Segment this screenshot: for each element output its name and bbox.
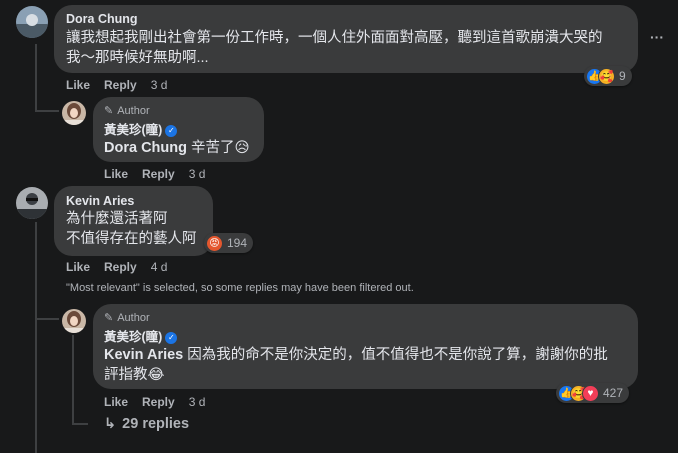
reaction-count: 194 [227,236,248,250]
comment-text: 讓我想起我剛出社會第一份工作時，一個人住外面面對高壓，聽到這首歌崩潰大哭的 我～… [66,30,603,66]
like-button[interactable]: Like [66,78,90,92]
reply-bubble: ✎ Author 黃美珍(瞳) ✓ Dora Chung 辛苦了😥 [93,97,264,162]
reaction-count: 9 [619,69,626,83]
comment-actions: Like Reply 4 d [66,260,167,274]
verified-badge-icon: ✓ [165,331,178,344]
avatar-author[interactable] [62,309,86,333]
view-replies-button[interactable]: ↳ 29 replies [104,416,189,432]
avatar-kevin-aries[interactable] [16,187,48,219]
thread-elbow [35,318,59,320]
comment-bubble: Dora Chung 讓我想起我剛出社會第一份工作時，一個人住外面面對高壓，聽到… [54,5,638,73]
angry-icon: 😡 [206,234,223,252]
reaction-count: 427 [603,386,624,400]
thread-line [35,44,37,112]
reply-text: Kevin Aries 因為我的命不是你決定的，值不值得也不是你說了算，謝謝你的… [104,347,608,383]
author-badge: ✎ Author [104,311,150,325]
mention-link[interactable]: Kevin Aries [104,347,183,363]
more-options-icon[interactable]: ··· [650,29,664,45]
timestamp[interactable]: 3 d [151,78,168,92]
comment-actions: Like Reply 3 d [104,395,205,409]
mention-link[interactable]: Dora Chung [104,140,187,156]
sad-emoji: 😥 [234,140,250,156]
reply-bubble: ✎ Author 黃美珍(瞳) ✓ Kevin Aries 因為我的命不是你決定的… [93,304,638,389]
timestamp[interactable]: 4 d [151,260,168,274]
timestamp[interactable]: 3 d [189,167,206,181]
reaction-summary[interactable]: 😡 194 [204,233,254,253]
reply-button[interactable]: Reply [142,395,175,409]
avatar-dora-chung[interactable] [16,6,48,38]
comment-actions: Like Reply 3 d [66,78,167,92]
comment-author[interactable]: 黃美珍(瞳) ✓ [104,326,627,345]
like-button[interactable]: Like [66,260,90,274]
timestamp[interactable]: 3 d [189,395,206,409]
pencil-icon: ✎ [104,312,114,324]
avatar-author[interactable] [62,101,86,125]
thread-line [72,335,74,423]
comment-author[interactable]: 黃美珍(瞳) ✓ [104,119,253,138]
thread-elbow [72,423,88,425]
verified-badge-icon: ✓ [165,124,178,137]
reply-button[interactable]: Reply [104,78,137,92]
laughing-emoji: 😂 [147,367,165,383]
thread-line [35,222,37,453]
pencil-icon: ✎ [104,105,114,117]
reply-button[interactable]: Reply [142,167,175,181]
comment-actions: Like Reply 3 d [104,167,205,181]
comment-author[interactable]: Kevin Aries [66,194,201,208]
author-badge: ✎ Author [104,104,150,118]
thread-elbow [35,110,59,112]
reply-text: Dora Chung 辛苦了😥 [104,140,250,156]
comment-bubble: Kevin Aries 為什麼還活著阿 不值得存在的藝人阿 [54,186,213,256]
filter-notice: "Most relevant" is selected, so some rep… [66,282,414,294]
reaction-summary[interactable]: 👍 🥰 9 [584,66,632,86]
comment-text: 為什麼還活著阿 不值得存在的藝人阿 [66,211,197,247]
reply-arrow-icon: ↳ [104,416,117,432]
like-button[interactable]: Like [104,395,128,409]
love-icon: ♥ [582,384,599,402]
comment-author[interactable]: Dora Chung [66,12,626,26]
reply-button[interactable]: Reply [104,260,137,274]
care-icon: 🥰 [598,67,615,85]
reaction-summary[interactable]: 👍 🥰 ♥ 427 [556,383,630,403]
like-button[interactable]: Like [104,167,128,181]
